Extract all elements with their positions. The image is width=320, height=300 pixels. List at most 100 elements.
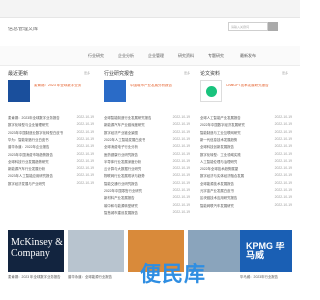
bottom-card-kpmg[interactable]: KPMG 毕马威 bbox=[240, 230, 292, 272]
nav-item-4[interactable]: 研究资料 bbox=[178, 53, 194, 59]
industry-row-title[interactable]: 2022年人工智能发展白皮书 bbox=[104, 137, 145, 142]
papers-row-title[interactable]: 数字化转型：工业领域实践 bbox=[200, 152, 241, 157]
latest-row[interactable]: 麦肯锡：2023年全球数字业务报告 2022-10-19 bbox=[8, 115, 94, 122]
papers-row[interactable]: 数字经济与实体经济融合发展 2022-10-19 bbox=[200, 173, 292, 180]
industry-row-title[interactable]: 智能交通行业研究报告 bbox=[104, 181, 138, 186]
feature-industry-title[interactable]: 中国城市产业发展分析报告 bbox=[130, 84, 188, 88]
latest-row-title[interactable]: 华为：智能制造行业白皮书 bbox=[8, 137, 49, 142]
search-button[interactable] bbox=[268, 22, 278, 31]
industry-row[interactable]: 碳中和与能源转型研究 2022-10-19 bbox=[104, 203, 190, 210]
papers-row-title[interactable]: 全球科技创新发展报告 bbox=[200, 144, 234, 149]
papers-row[interactable]: 人工智能伦理与治理研究 2022-10-19 bbox=[200, 159, 292, 166]
industry-row-title[interactable]: 数字经济产业链全景图 bbox=[104, 130, 138, 135]
more-link-industry[interactable]: 更多 bbox=[184, 71, 190, 75]
latest-row-title[interactable]: 2023年中国消费市场趋势报告 bbox=[8, 152, 53, 157]
latest-row-title[interactable]: 数字经济发展与产业研究 bbox=[8, 181, 45, 186]
papers-row-title[interactable]: 2022年全球技术趋势展望 bbox=[200, 166, 238, 171]
latest-row-title[interactable]: 数字化转型与企业管理研究 bbox=[8, 122, 49, 127]
papers-row-title[interactable]: 2022年中国数字经济发展研究 bbox=[200, 122, 245, 127]
industry-row-title[interactable]: 2022年中国零售行业研究 bbox=[104, 188, 142, 193]
papers-row[interactable]: 2022年全球技术趋势展望 2022-10-19 bbox=[200, 166, 292, 173]
latest-row-title[interactable]: 普华永道：2022年企业报告 bbox=[8, 144, 49, 149]
papers-row[interactable]: 元宇宙产业发展白皮书 2022-10-19 bbox=[200, 188, 292, 195]
latest-row[interactable]: 华为：智能制造行业白皮书 2022-10-19 bbox=[8, 137, 94, 144]
industry-row[interactable]: 全球消费电子行业分析 2022-10-19 bbox=[104, 144, 190, 151]
industry-row-title[interactable]: 全球智能制造行业发展研究报告 bbox=[104, 115, 151, 120]
papers-row[interactable]: 数字化转型：工业领域实践 2022-10-19 bbox=[200, 152, 292, 159]
industry-row-title[interactable]: 智慧城市建设发展报告 bbox=[104, 210, 138, 215]
more-link-latest[interactable]: 更多 bbox=[84, 71, 90, 75]
site-logo[interactable]: 信息管理文库 bbox=[8, 27, 38, 32]
industry-row[interactable]: 新材料产业发展报告 2022-10-19 bbox=[104, 195, 190, 202]
papers-row[interactable]: 新一代信息技术发展趋势 2022-10-19 bbox=[200, 137, 292, 144]
papers-row-title[interactable]: 元宇宙产业发展白皮书 bbox=[200, 188, 234, 193]
industry-row[interactable]: 新能源汽车产业链深度研究 2022-10-19 bbox=[104, 122, 190, 129]
industry-row-title[interactable]: 半导体行业发展深度分析 bbox=[104, 159, 141, 164]
industry-row-title[interactable]: 云计算与大数据行业研究 bbox=[104, 166, 141, 171]
latest-row-date: 2022-10-19 bbox=[76, 151, 94, 156]
nav-item-3[interactable]: 企业管理 bbox=[148, 53, 164, 59]
papers-row-title[interactable]: 新一代信息技术发展趋势 bbox=[200, 137, 237, 142]
industry-row-title[interactable]: 新能源汽车产业链深度研究 bbox=[104, 122, 145, 127]
latest-row[interactable]: 新能源汽车行业发展分析 2022-10-19 bbox=[8, 166, 94, 173]
latest-row[interactable]: 数字经济发展与产业研究 2022-10-19 bbox=[8, 181, 94, 188]
bottom-caption-2[interactable]: 普华永道：全球能源行业报告 bbox=[68, 274, 124, 279]
nav-item-2[interactable]: 企业分析 bbox=[118, 53, 134, 59]
papers-row-title[interactable]: 数字经济与实体经济融合发展 bbox=[200, 173, 244, 178]
latest-row[interactable]: 全球科技行业发展趋势研究 2022-10-19 bbox=[8, 159, 94, 166]
industry-row[interactable]: 半导体行业发展深度分析 2022-10-19 bbox=[104, 159, 190, 166]
nav-item-6[interactable]: 最新发布 bbox=[240, 53, 256, 59]
latest-row-title[interactable]: 全球科技行业发展趋势研究 bbox=[8, 159, 49, 164]
industry-row[interactable]: 数字经济产业链全景图 2022-10-19 bbox=[104, 130, 190, 137]
feature-industry[interactable]: 中国城市产业发展分析报告 bbox=[104, 78, 190, 108]
latest-row-title[interactable]: 2023年人工智能应用研究报告 bbox=[8, 173, 53, 178]
industry-row-title[interactable]: 物联网行业发展现状与趋势 bbox=[104, 173, 145, 178]
papers-row-title[interactable]: 全球人工智能产业发展报告 bbox=[200, 115, 241, 120]
bottom-card-2[interactable] bbox=[68, 230, 124, 272]
latest-row-title[interactable]: 新能源汽车行业发展分析 bbox=[8, 166, 45, 171]
papers-row-title[interactable]: 智能网联汽车发展研究 bbox=[200, 203, 234, 208]
papers-row[interactable]: 全球人工智能产业发展报告 2022-10-19 bbox=[200, 115, 292, 122]
latest-row[interactable]: 数字化转型与企业管理研究 2022-10-19 bbox=[8, 122, 94, 129]
papers-row-title[interactable]: 智能制造与工业互联网研究 bbox=[200, 130, 241, 135]
papers-row[interactable]: 智能网联汽车发展研究 2022-10-19 bbox=[200, 203, 292, 210]
industry-row-title[interactable]: 新材料产业发展报告 bbox=[104, 195, 135, 200]
industry-row[interactable]: 2022年中国零售行业研究 2022-10-19 bbox=[104, 188, 190, 195]
papers-row-title[interactable]: 区块链技术应用研究报告 bbox=[200, 195, 237, 200]
industry-row[interactable]: 医药健康行业研究报告 2022-10-19 bbox=[104, 152, 190, 159]
latest-row-title[interactable]: 2023年中国制造业数字化转型白皮书 bbox=[8, 130, 63, 135]
bottom-card-mckinsey[interactable]: McKinsey & Company bbox=[8, 230, 64, 272]
industry-row[interactable]: 智能交通行业研究报告 2022-10-19 bbox=[104, 181, 190, 188]
bottom-caption-5[interactable]: 毕马威：2023年行业报告 bbox=[240, 274, 292, 279]
papers-row[interactable]: 全球科技创新发展报告 2022-10-19 bbox=[200, 144, 292, 151]
search-input[interactable]: 请输入关键词 bbox=[228, 22, 268, 31]
latest-row-title[interactable]: 麦肯锡：2023年全球数字业务报告 bbox=[8, 115, 60, 120]
industry-row[interactable]: 云计算与大数据行业研究 2022-10-19 bbox=[104, 166, 190, 173]
papers-row[interactable]: 智能制造与工业互联网研究 2022-10-19 bbox=[200, 130, 292, 137]
industry-row-title[interactable]: 碳中和与能源转型研究 bbox=[104, 203, 138, 208]
feature-latest[interactable]: 麦肯锡：2023 年全球数字业务 bbox=[8, 78, 94, 108]
papers-row[interactable]: 区块链技术应用研究报告 2022-10-19 bbox=[200, 195, 292, 202]
industry-row-title[interactable]: 医药健康行业研究报告 bbox=[104, 152, 138, 157]
papers-row[interactable]: 全球能源技术发展报告 2022-10-19 bbox=[200, 181, 292, 188]
papers-row[interactable]: 2022年中国数字经济发展研究 2022-10-19 bbox=[200, 122, 292, 129]
papers-row-title[interactable]: 人工智能伦理与治理研究 bbox=[200, 159, 237, 164]
latest-row[interactable]: 普华永道：2022年企业报告 2022-10-19 bbox=[8, 144, 94, 151]
industry-row[interactable]: 全球智能制造行业发展研究报告 2022-10-19 bbox=[104, 115, 190, 122]
feature-papers-title[interactable]: ChatGPT技术发展研究报告 bbox=[226, 84, 290, 88]
nav-item-5[interactable]: 专题研究 bbox=[208, 53, 224, 59]
industry-row[interactable]: 智慧城市建设发展报告 2022-10-19 bbox=[104, 210, 190, 217]
latest-row[interactable]: 2023年中国制造业数字化转型白皮书 2022-10-19 bbox=[8, 130, 94, 137]
more-link-papers[interactable]: 更多 bbox=[282, 71, 288, 75]
feature-latest-title[interactable]: 麦肯锡：2023 年全球数字业务 bbox=[34, 84, 94, 88]
papers-row-title[interactable]: 全球能源技术发展报告 bbox=[200, 181, 234, 186]
industry-row-title[interactable]: 全球消费电子行业分析 bbox=[104, 144, 138, 149]
section-title-latest-text: 最近更新 bbox=[8, 71, 29, 77]
industry-row[interactable]: 物联网行业发展现状与趋势 2022-10-19 bbox=[104, 173, 190, 180]
latest-row[interactable]: 2023年人工智能应用研究报告 2022-10-19 bbox=[8, 173, 94, 180]
nav-item-1[interactable]: 行业研究 bbox=[88, 53, 104, 59]
bottom-caption-1[interactable]: 麦肯锡：2023 年全球数字业务报告 bbox=[8, 274, 64, 279]
industry-row[interactable]: 2022年人工智能发展白皮书 2022-10-19 bbox=[104, 137, 190, 144]
feature-papers[interactable]: ChatGPT技术发展研究报告 bbox=[200, 78, 292, 108]
latest-row[interactable]: 2023年中国消费市场趋势报告 2022-10-19 bbox=[8, 152, 94, 159]
